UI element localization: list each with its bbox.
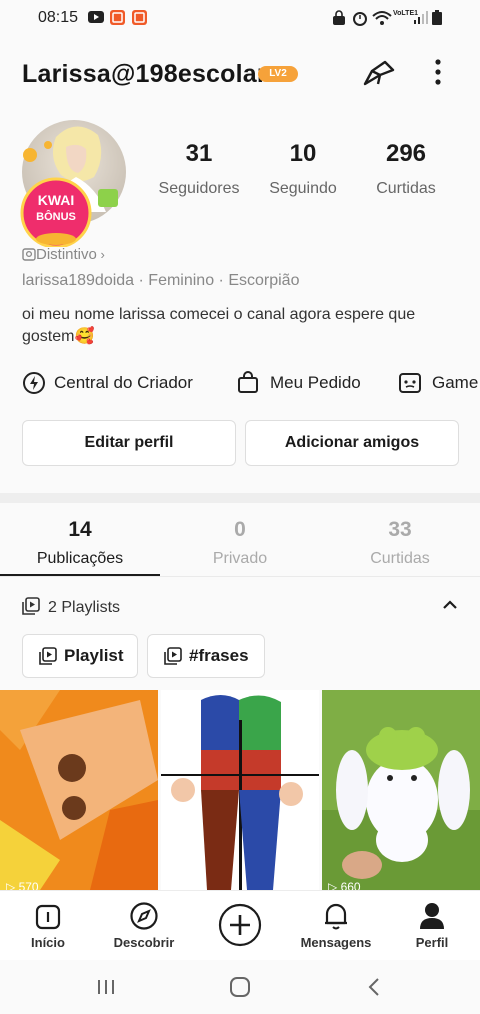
profile-meta: larissa189doida · Feminino · Escorpião [22,272,300,289]
chevron-up-icon[interactable] [442,599,458,611]
shortcut-label: Game [432,373,479,392]
share-icon[interactable] [362,57,396,89]
nav-label: Descobrir [113,935,175,950]
badge-link-label: Distintivo [36,246,97,263]
tab-liked[interactable]: 33 Curtidas [320,518,480,568]
stat-label: Curtidas [376,180,436,197]
recent-apps-icon[interactable] [96,978,116,996]
video-preview-image [322,690,480,890]
nav-label: Início [31,935,65,950]
profile-bio: oi meu nome larissa comecei o canal agor… [22,306,416,345]
shortcut-label: Central do Criador [54,373,193,392]
stat-label: Seguindo [269,180,337,197]
stat-value: 31 [185,140,213,167]
status-time: 08:15 [38,9,79,26]
tab-count: 0 [234,518,246,541]
status-bar: 08:15 VoLTE1 [0,0,480,36]
view-count: ▷ 570 [6,880,39,890]
video-thumbnail[interactable]: ▷ 660 [322,690,480,890]
app-notification-icon [110,10,125,25]
nav-label: Mensagens [300,935,372,950]
signal-icon [414,11,428,24]
tab-count: 14 [68,518,92,541]
level-badge: LV2 [258,66,298,82]
bottom-nav: Início Descobrir Mensagens Perfil [0,890,480,961]
stat-label: Seguidores [158,180,240,197]
nav-home[interactable]: Início [0,891,96,950]
nav-create[interactable] [192,891,288,951]
stat-value: 296 [385,140,427,167]
shortcut-label: Meu Pedido [270,373,361,392]
person-icon [420,903,444,929]
plus-icon [218,903,262,947]
avatar-badge-line1: KWAI [38,192,75,208]
playlist-chip[interactable]: #frases [147,634,265,678]
lock-status-icon [333,10,345,25]
avatar-badge-line2: BÔNUS [36,210,76,223]
stat-following[interactable]: 10 Seguindo [253,140,353,198]
playlist-chip-label: #frases [189,646,249,665]
tab-label: Curtidas [370,550,430,567]
profile-avatar[interactable]: KWAI BÔNUS [16,117,126,247]
network-label: VoLTE1 [393,10,419,17]
edit-profile-button[interactable]: Editar perfil [22,420,236,466]
playlist-icon [22,597,40,615]
video-thumbnail[interactable]: ▷ 635 [161,690,319,890]
playlist-icon [39,647,57,665]
alarm-icon [353,12,367,26]
stat-value: 10 [289,140,317,167]
gamepad-icon [399,373,421,393]
battery-icon [432,10,442,25]
bell-icon [325,903,347,930]
playlists-count-label: 2 Playlists [48,599,121,616]
video-preview-image [161,690,319,890]
nav-label: Perfil [415,935,449,950]
profile-username: Larissa@198escolar [22,60,267,88]
tab-separator [0,576,480,577]
compass-icon [130,902,158,930]
badge-icon [22,248,36,261]
nav-messages[interactable]: Mensagens [288,891,384,950]
nav-discover[interactable]: Descobrir [96,891,192,950]
tab-label: Privado [212,550,268,567]
home-button-icon[interactable] [229,976,251,998]
app-notification-icon [132,10,147,25]
tab-publications[interactable]: 14 Publicações [0,518,160,568]
tab-count: 33 [388,518,412,541]
tab-private[interactable]: 0 Privado [160,518,320,568]
shopping-bag-icon [238,371,258,393]
bolt-icon [23,372,45,394]
system-nav-bar [0,960,480,1014]
view-count: ▷ 660 [328,880,361,890]
stat-followers[interactable]: 31 Seguidores [149,140,249,198]
chevron-right-icon: › [96,247,105,262]
badge-link[interactable]: Distintivo › [22,246,105,263]
home-icon [35,904,61,930]
more-options-icon[interactable] [430,58,446,88]
playlist-icon [164,647,182,665]
wifi-icon [372,11,392,25]
youtube-notification-icon [88,11,104,23]
add-friends-button[interactable]: Adicionar amigos [245,420,459,466]
back-icon[interactable] [367,977,381,997]
tab-label: Publicações [36,550,124,567]
section-divider [0,493,480,503]
playlist-chip[interactable]: Playlist [22,634,138,678]
video-preview-image [0,690,158,890]
stat-likes[interactable]: 296 Curtidas [356,140,456,198]
playlists-header[interactable]: 2 Playlists [22,597,120,617]
view-count: ▷ 635 [167,880,200,890]
playlist-chip-label: Playlist [64,646,124,665]
video-thumbnail[interactable]: ▷ 570 [0,690,158,890]
nav-profile[interactable]: Perfil [384,891,480,950]
